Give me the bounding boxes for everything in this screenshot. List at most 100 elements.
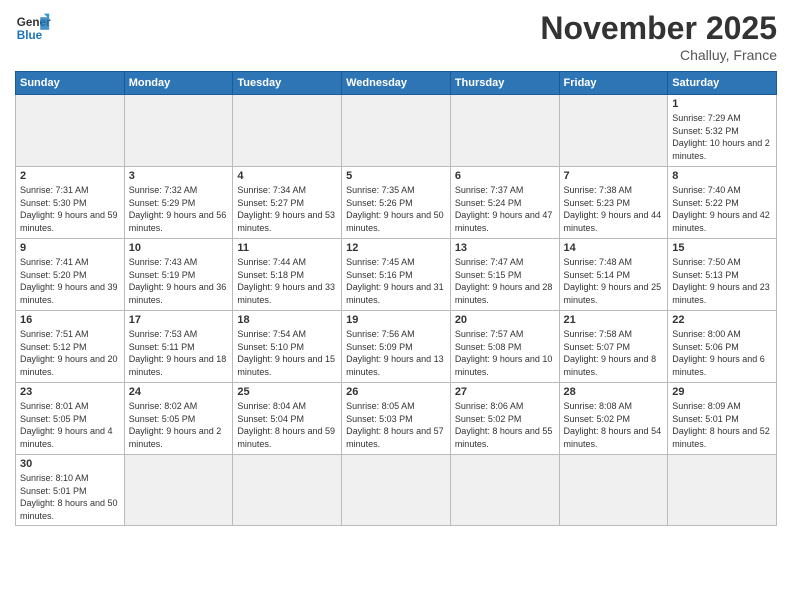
table-row	[16, 95, 125, 167]
calendar-page: General Blue November 2025 Challuy, Fran…	[0, 0, 792, 612]
col-wednesday: Wednesday	[342, 72, 451, 95]
logo-icon: General Blue	[15, 10, 51, 46]
day-info: Sunrise: 8:05 AM Sunset: 5:03 PM Dayligh…	[346, 400, 446, 450]
day-number: 4	[237, 170, 337, 182]
table-row: 23 Sunrise: 8:01 AM Sunset: 5:05 PM Dayli…	[16, 383, 125, 455]
day-info: Sunrise: 7:56 AM Sunset: 5:09 PM Dayligh…	[346, 328, 446, 378]
day-number: 25	[237, 386, 337, 398]
day-info: Sunrise: 8:01 AM Sunset: 5:05 PM Dayligh…	[20, 400, 120, 450]
table-row	[342, 95, 451, 167]
svg-text:Blue: Blue	[17, 29, 43, 42]
day-info: Sunrise: 7:58 AM Sunset: 5:07 PM Dayligh…	[564, 328, 664, 378]
month-title: November 2025	[540, 10, 777, 47]
day-info: Sunrise: 7:43 AM Sunset: 5:19 PM Dayligh…	[129, 256, 229, 306]
table-row: 8 Sunrise: 7:40 AM Sunset: 5:22 PM Daylig…	[668, 167, 777, 239]
day-info: Sunrise: 7:45 AM Sunset: 5:16 PM Dayligh…	[346, 256, 446, 306]
table-row	[559, 95, 668, 167]
day-number: 11	[237, 242, 337, 254]
day-number: 2	[20, 170, 120, 182]
day-number: 24	[129, 386, 229, 398]
day-number: 17	[129, 314, 229, 326]
day-info: Sunrise: 7:37 AM Sunset: 5:24 PM Dayligh…	[455, 184, 555, 234]
table-row	[124, 455, 233, 526]
col-saturday: Saturday	[668, 72, 777, 95]
day-number: 22	[672, 314, 772, 326]
day-info: Sunrise: 8:08 AM Sunset: 5:02 PM Dayligh…	[564, 400, 664, 450]
day-info: Sunrise: 7:44 AM Sunset: 5:18 PM Dayligh…	[237, 256, 337, 306]
table-row: 3Sunrise: 7:32 AM Sunset: 5:29 PM Daylig…	[124, 167, 233, 239]
table-row: 11 Sunrise: 7:44 AM Sunset: 5:18 PM Dayli…	[233, 239, 342, 311]
day-info: Sunrise: 8:09 AM Sunset: 5:01 PM Dayligh…	[672, 400, 772, 450]
day-info: Sunrise: 8:10 AM Sunset: 5:01 PM Dayligh…	[20, 472, 120, 522]
day-info: Sunrise: 8:06 AM Sunset: 5:02 PM Dayligh…	[455, 400, 555, 450]
day-info: Sunrise: 7:29 AM Sunset: 5:32 PM Dayligh…	[672, 112, 772, 162]
day-info: Sunrise: 7:31 AM Sunset: 5:30 PM Dayligh…	[20, 184, 120, 234]
table-row: 18 Sunrise: 7:54 AM Sunset: 5:10 PM Dayli…	[233, 311, 342, 383]
day-number: 13	[455, 242, 555, 254]
table-row: 7Sunrise: 7:38 AM Sunset: 5:23 PM Daylig…	[559, 167, 668, 239]
day-number: 15	[672, 242, 772, 254]
day-info: Sunrise: 8:02 AM Sunset: 5:05 PM Dayligh…	[129, 400, 229, 450]
header: General Blue November 2025 Challuy, Fran…	[15, 10, 777, 63]
table-row	[668, 455, 777, 526]
day-info: Sunrise: 7:48 AM Sunset: 5:14 PM Dayligh…	[564, 256, 664, 306]
day-info: Sunrise: 7:51 AM Sunset: 5:12 PM Dayligh…	[20, 328, 120, 378]
table-row: 19 Sunrise: 7:56 AM Sunset: 5:09 PM Dayli…	[342, 311, 451, 383]
table-row: 17Sunrise: 7:53 AM Sunset: 5:11 PM Dayli…	[124, 311, 233, 383]
table-row	[450, 455, 559, 526]
day-number: 12	[346, 242, 446, 254]
day-number: 30	[20, 458, 120, 470]
day-number: 23	[20, 386, 120, 398]
day-info: Sunrise: 7:35 AM Sunset: 5:26 PM Dayligh…	[346, 184, 446, 234]
logo: General Blue	[15, 10, 51, 46]
header-row: Sunday Monday Tuesday Wednesday Thursday…	[16, 72, 777, 95]
table-row: 9Sunrise: 7:41 AM Sunset: 5:20 PM Daylig…	[16, 239, 125, 311]
table-row: 22 Sunrise: 8:00 AM Sunset: 5:06 PM Dayli…	[668, 311, 777, 383]
table-row: 24 Sunrise: 8:02 AM Sunset: 5:05 PM Dayli…	[124, 383, 233, 455]
table-row: 26 Sunrise: 8:05 AM Sunset: 5:03 PM Dayli…	[342, 383, 451, 455]
table-row: 4Sunrise: 7:34 AM Sunset: 5:27 PM Daylig…	[233, 167, 342, 239]
table-row: 30 Sunrise: 8:10 AM Sunset: 5:01 PM Dayli…	[16, 455, 125, 526]
day-info: Sunrise: 8:00 AM Sunset: 5:06 PM Dayligh…	[672, 328, 772, 378]
day-number: 21	[564, 314, 664, 326]
day-number: 20	[455, 314, 555, 326]
day-number: 19	[346, 314, 446, 326]
day-number: 29	[672, 386, 772, 398]
day-info: Sunrise: 7:50 AM Sunset: 5:13 PM Dayligh…	[672, 256, 772, 306]
table-row: 2 Sunrise: 7:31 AM Sunset: 5:30 PM Daylig…	[16, 167, 125, 239]
table-row: 14 Sunrise: 7:48 AM Sunset: 5:14 PM Dayli…	[559, 239, 668, 311]
day-number: 26	[346, 386, 446, 398]
table-row: 27Sunrise: 8:06 AM Sunset: 5:02 PM Dayli…	[450, 383, 559, 455]
day-info: Sunrise: 7:32 AM Sunset: 5:29 PM Dayligh…	[129, 184, 229, 234]
day-number: 14	[564, 242, 664, 254]
day-info: Sunrise: 7:47 AM Sunset: 5:15 PM Dayligh…	[455, 256, 555, 306]
table-row: 12 Sunrise: 7:45 AM Sunset: 5:16 PM Dayli…	[342, 239, 451, 311]
table-row	[450, 95, 559, 167]
table-row: 28 Sunrise: 8:08 AM Sunset: 5:02 PM Dayli…	[559, 383, 668, 455]
title-block: November 2025 Challuy, France	[540, 10, 777, 63]
day-number: 16	[20, 314, 120, 326]
day-number: 18	[237, 314, 337, 326]
table-row: 1Sunrise: 7:29 AM Sunset: 5:32 PM Daylig…	[668, 95, 777, 167]
table-row	[233, 455, 342, 526]
table-row	[342, 455, 451, 526]
day-info: Sunrise: 7:41 AM Sunset: 5:20 PM Dayligh…	[20, 256, 120, 306]
location-title: Challuy, France	[540, 47, 777, 63]
table-row	[559, 455, 668, 526]
table-row: 21 Sunrise: 7:58 AM Sunset: 5:07 PM Dayli…	[559, 311, 668, 383]
col-monday: Monday	[124, 72, 233, 95]
day-number: 6	[455, 170, 555, 182]
table-row: 16 Sunrise: 7:51 AM Sunset: 5:12 PM Dayli…	[16, 311, 125, 383]
day-number: 28	[564, 386, 664, 398]
col-friday: Friday	[559, 72, 668, 95]
day-info: Sunrise: 8:04 AM Sunset: 5:04 PM Dayligh…	[237, 400, 337, 450]
day-info: Sunrise: 7:40 AM Sunset: 5:22 PM Dayligh…	[672, 184, 772, 234]
table-row: 5Sunrise: 7:35 AM Sunset: 5:26 PM Daylig…	[342, 167, 451, 239]
table-row: 20Sunrise: 7:57 AM Sunset: 5:08 PM Dayli…	[450, 311, 559, 383]
day-number: 10	[129, 242, 229, 254]
day-number: 8	[672, 170, 772, 182]
day-number: 7	[564, 170, 664, 182]
day-info: Sunrise: 7:54 AM Sunset: 5:10 PM Dayligh…	[237, 328, 337, 378]
table-row: 13 Sunrise: 7:47 AM Sunset: 5:15 PM Dayli…	[450, 239, 559, 311]
col-sunday: Sunday	[16, 72, 125, 95]
